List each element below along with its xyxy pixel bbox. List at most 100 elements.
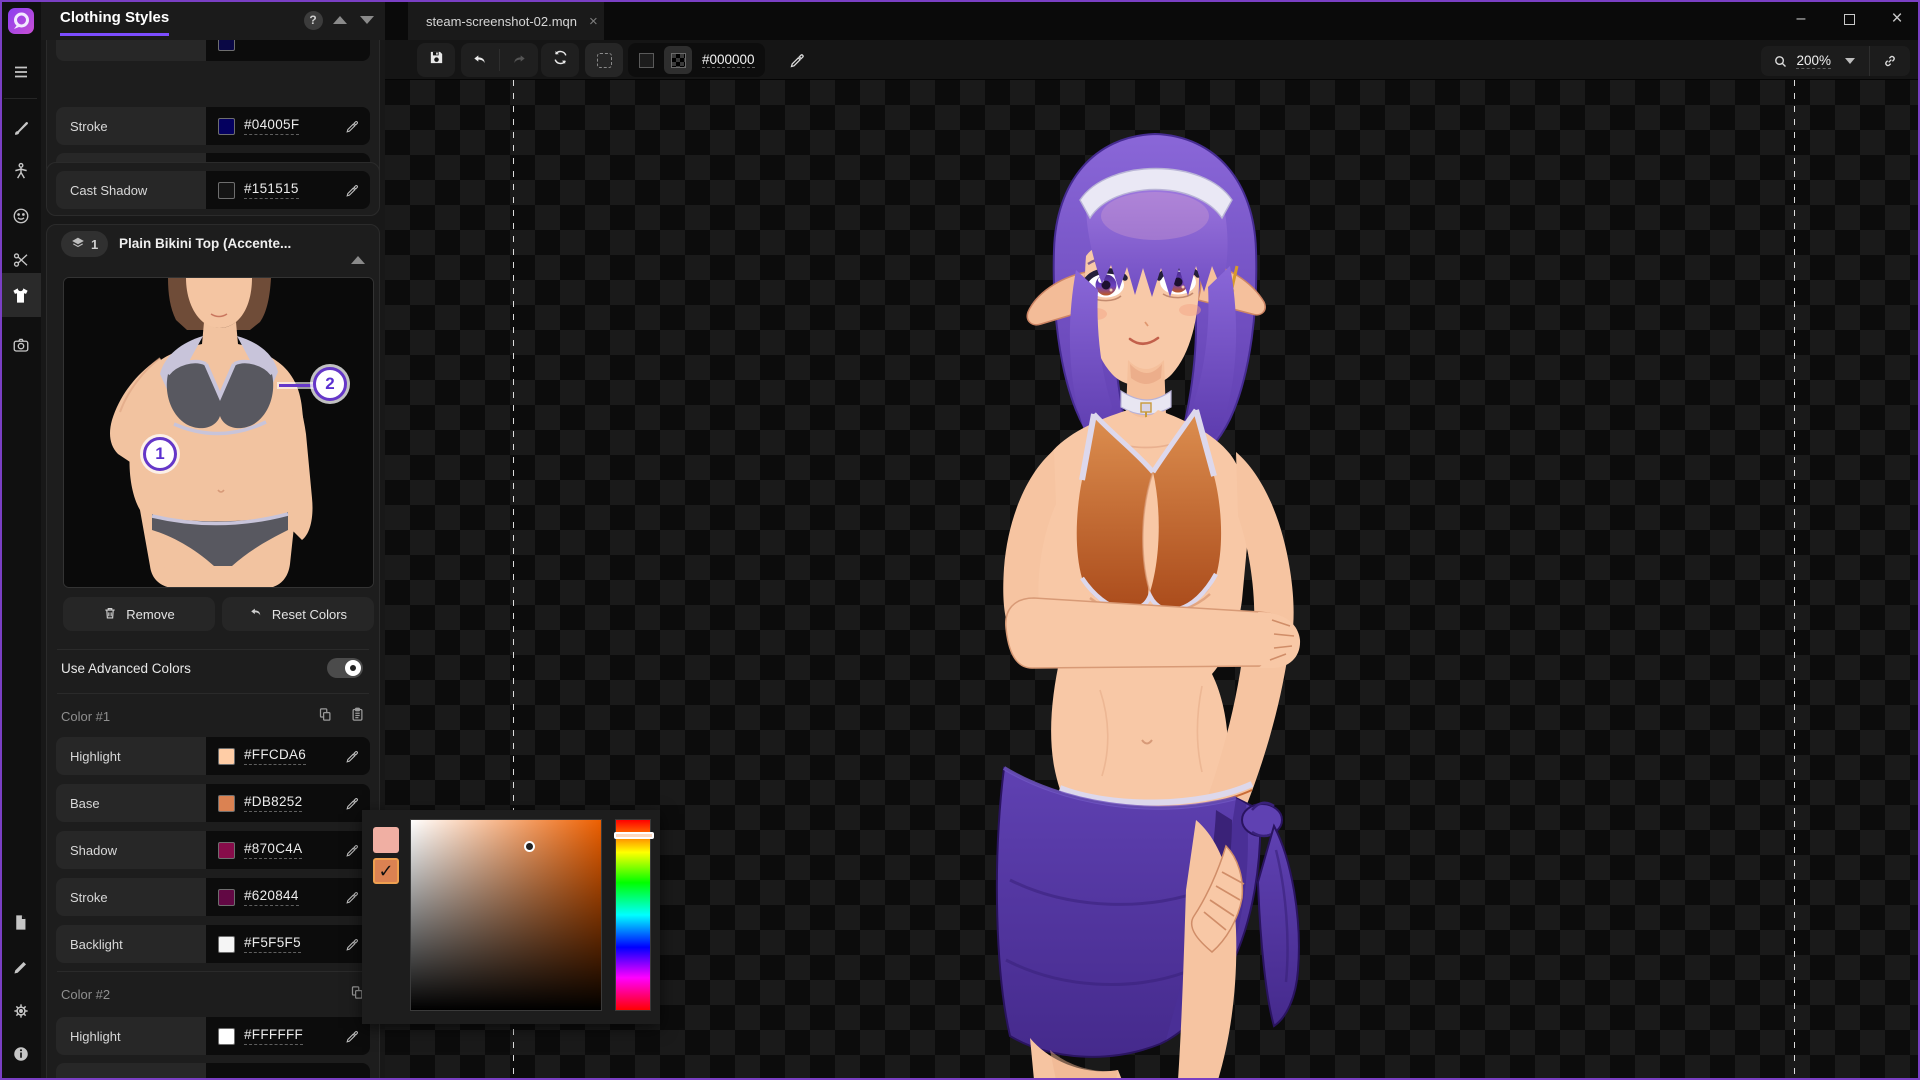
color-hex[interactable]: #DB8252 xyxy=(244,794,302,812)
minimize-icon: – xyxy=(1797,10,1806,28)
copy-colors-icon[interactable] xyxy=(318,707,333,725)
marquee-select-button[interactable] xyxy=(585,43,623,77)
remove-button[interactable]: Remove xyxy=(63,597,215,631)
tool-body[interactable] xyxy=(0,151,41,191)
eyedropper-icon[interactable] xyxy=(345,749,360,764)
brush-icon xyxy=(12,119,30,137)
undo-button[interactable] xyxy=(461,43,499,77)
clothing-preview-thumbnail[interactable] xyxy=(63,277,374,588)
hue-slider[interactable] xyxy=(615,819,651,1011)
panel-header: Clothing Styles ? xyxy=(41,0,385,40)
panel-scroll-down-button[interactable] xyxy=(355,8,379,32)
document-tab-label: steam-screenshot-02.mqn xyxy=(426,14,577,29)
tool-files[interactable] xyxy=(0,902,41,942)
save-icon xyxy=(428,49,445,71)
background-solid-button[interactable] xyxy=(632,46,660,74)
color-hex[interactable]: #FFCDA6 xyxy=(244,747,306,765)
panel-scroll-up-button[interactable] xyxy=(328,8,352,32)
background-eyedropper-button[interactable] xyxy=(780,43,814,77)
app-logo[interactable] xyxy=(0,0,41,42)
color-hex[interactable]: #F5F5F5 xyxy=(244,935,301,953)
color-swatch[interactable] xyxy=(218,842,235,859)
color-row-value[interactable]: #FFCDA6 xyxy=(206,737,370,775)
character-render xyxy=(990,120,1350,1080)
eyedropper-icon[interactable] xyxy=(345,937,360,952)
advanced-colors-toggle[interactable] xyxy=(327,658,363,678)
color-row-value[interactable]: #04005F xyxy=(206,107,370,145)
color-swatch[interactable] xyxy=(218,795,235,812)
eyedropper-icon[interactable] xyxy=(345,1029,360,1044)
color-row-label: Highlight xyxy=(56,1017,206,1055)
tool-screenshot[interactable] xyxy=(0,325,41,365)
panel-help-button[interactable]: ? xyxy=(301,8,325,32)
color-row-value[interactable]: #DB8252 xyxy=(206,784,370,822)
color-swatch[interactable] xyxy=(218,936,235,953)
save-button[interactable] xyxy=(417,43,455,77)
eyedropper-icon[interactable] xyxy=(345,183,360,198)
document-tab[interactable]: steam-screenshot-02.mqn × xyxy=(408,2,604,40)
zoom-value[interactable]: 200% xyxy=(1796,53,1831,69)
background-transparent-button[interactable] xyxy=(664,46,692,74)
color-hex[interactable]: #FFFFFF xyxy=(244,1027,303,1045)
picker-swatch-base-selected[interactable]: ✓ xyxy=(373,858,399,884)
pin-number: 1 xyxy=(155,444,164,464)
main-menu-button[interactable] xyxy=(0,52,41,92)
color-pin-1[interactable]: 1 xyxy=(143,437,177,471)
color-swatch[interactable] xyxy=(218,748,235,765)
color-row-value[interactable] xyxy=(206,1063,370,1080)
color-row-value[interactable]: #FFFFFF xyxy=(206,1017,370,1055)
color-row-label: Backlight xyxy=(56,925,206,963)
tool-clothing[interactable] xyxy=(0,273,41,317)
refresh-button[interactable] xyxy=(541,43,579,77)
color-row-value[interactable]: #620844 xyxy=(206,878,370,916)
eyedropper-icon[interactable] xyxy=(345,843,360,858)
close-button[interactable]: × xyxy=(1882,6,1912,32)
tool-face[interactable] xyxy=(0,196,41,236)
color-hex[interactable]: #620844 xyxy=(244,888,299,906)
background-hex-value[interactable]: #000000 xyxy=(702,52,755,68)
tab-close-icon[interactable]: × xyxy=(589,13,598,30)
tool-settings[interactable] xyxy=(0,991,41,1031)
color-row-value[interactable] xyxy=(206,40,370,61)
document-icon xyxy=(12,914,29,931)
zoom-control: 200% xyxy=(1761,46,1910,76)
eyedropper-icon[interactable] xyxy=(345,796,360,811)
maximize-button[interactable] xyxy=(1834,6,1864,32)
color-row-value[interactable]: #F5F5F5 xyxy=(206,925,370,963)
color-picker-cursor[interactable] xyxy=(524,841,535,852)
color-row-obscured xyxy=(56,40,370,61)
minimize-button[interactable]: – xyxy=(1786,6,1816,32)
color-hex[interactable]: #04005F xyxy=(244,117,299,135)
tool-paint[interactable] xyxy=(0,108,41,148)
eyedropper-icon[interactable] xyxy=(345,890,360,905)
color-hex[interactable]: #870C4A xyxy=(244,841,302,859)
chevron-up-icon xyxy=(333,16,347,24)
hue-slider-marker[interactable] xyxy=(614,832,654,839)
saturation-value-area[interactable] xyxy=(410,819,602,1011)
color-row-value[interactable]: #870C4A xyxy=(206,831,370,869)
chevron-up-icon xyxy=(351,239,365,264)
color-swatch[interactable] xyxy=(218,889,235,906)
color-row-value[interactable]: #151515 xyxy=(206,171,370,209)
color-swatch[interactable] xyxy=(218,40,235,51)
zoom-dropdown-button[interactable] xyxy=(1831,58,1869,64)
color-row-label: Base xyxy=(56,784,206,822)
color-swatch[interactable] xyxy=(218,1028,235,1045)
titlebar[interactable]: steam-screenshot-02.mqn × – × xyxy=(385,0,1920,40)
tool-edit[interactable] xyxy=(0,947,41,987)
reset-colors-button-label: Reset Colors xyxy=(272,607,347,622)
color-pin-2[interactable]: 2 xyxy=(313,367,347,401)
color-hex[interactable]: #151515 xyxy=(244,181,299,199)
color-row-backlight-1: Backlight #F5F5F5 xyxy=(56,925,370,963)
picker-swatch-highlight[interactable] xyxy=(373,827,399,853)
link-zoom-button[interactable] xyxy=(1870,53,1910,69)
eyedropper-icon[interactable] xyxy=(345,119,360,134)
collapse-button[interactable] xyxy=(351,239,365,257)
tool-about[interactable] xyxy=(0,1034,41,1074)
redo-button[interactable] xyxy=(500,43,538,77)
color-swatch[interactable] xyxy=(218,182,235,199)
paste-colors-icon[interactable] xyxy=(350,707,365,725)
reset-colors-button[interactable]: Reset Colors xyxy=(222,597,374,631)
color-swatch[interactable] xyxy=(218,118,235,135)
remove-button-label: Remove xyxy=(126,607,174,622)
